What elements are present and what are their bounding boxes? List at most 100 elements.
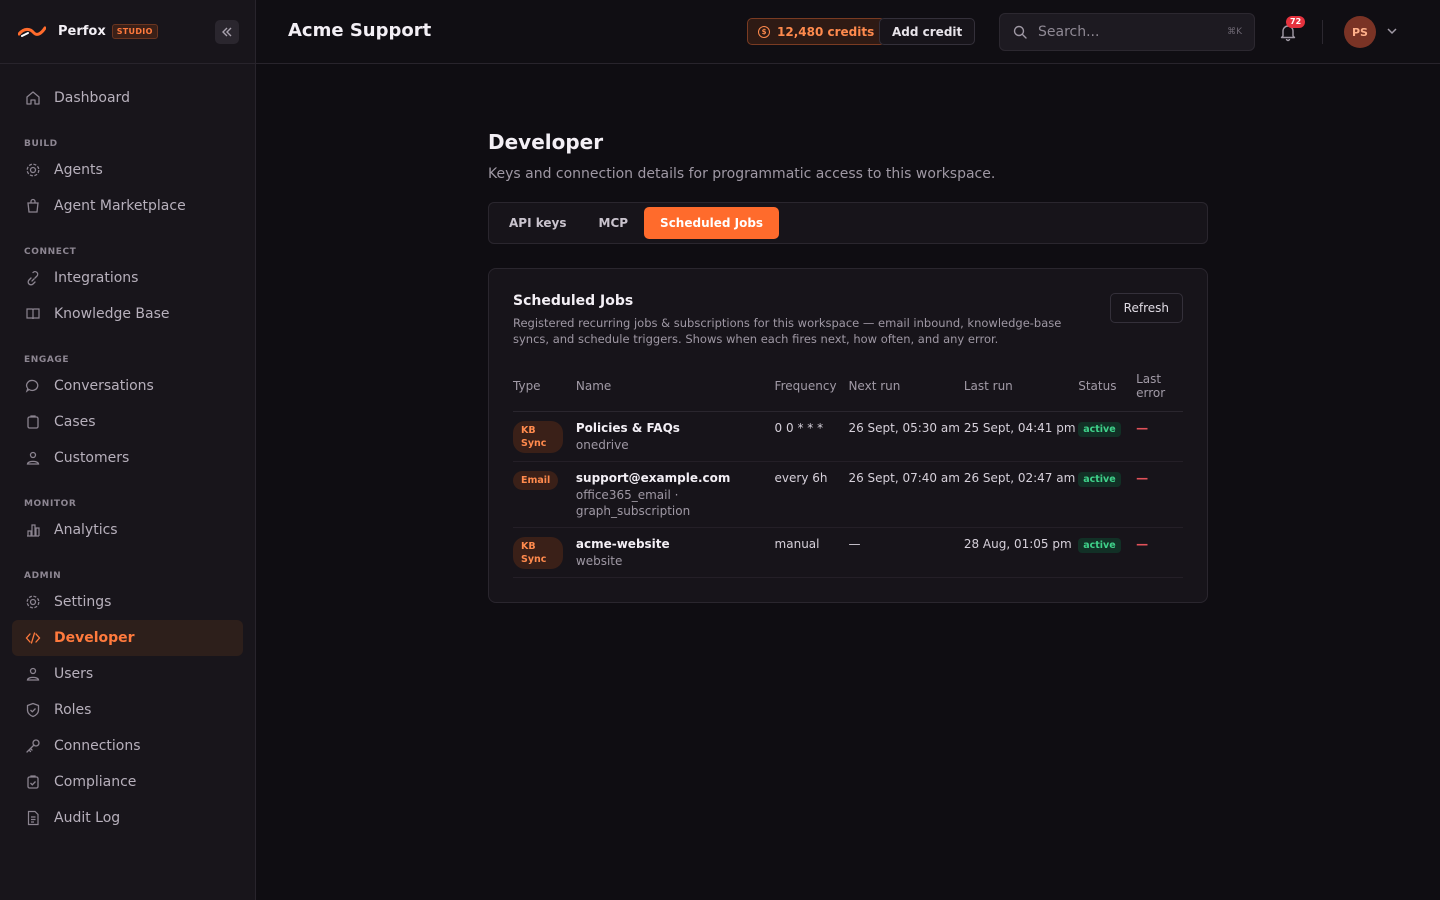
column-header: Status <box>1078 369 1137 412</box>
brand-badge: STUDIO <box>111 24 158 39</box>
sidebar-item-agents[interactable]: Agents <box>12 152 243 188</box>
sidebar-item-label: Analytics <box>54 522 118 538</box>
jobs-table: Type Name Frequency Next run Last run St… <box>513 369 1183 578</box>
users-icon <box>24 665 42 683</box>
tab-mcp[interactable]: MCP <box>583 207 645 239</box>
refresh-button[interactable]: Refresh <box>1109 293 1183 323</box>
column-header: Last run <box>963 369 1079 412</box>
sidebar: Perfox STUDIO Dashboard BUILD Agents Age… <box>0 0 256 900</box>
sidebar-item-roles[interactable]: Roles <box>12 692 243 728</box>
job-frequency: manual <box>774 536 820 551</box>
job-source: onedrive <box>575 437 629 452</box>
job-name: Policies & FAQs <box>575 420 680 435</box>
column-header: Frequency <box>774 369 849 412</box>
home-icon <box>24 89 42 107</box>
sidebar-item-label: Customers <box>54 450 130 466</box>
nav-section-monitor: MONITOR <box>24 499 77 509</box>
shield-icon <box>24 701 42 719</box>
sidebar-item-label: Agents <box>54 162 103 178</box>
search-icon <box>1012 24 1028 40</box>
page-subtitle: Keys and connection details for programm… <box>488 166 996 182</box>
sidebar-item-developer[interactable]: Developer <box>12 620 243 656</box>
collapse-sidebar-button[interactable] <box>215 20 239 44</box>
table-row[interactable]: KB Sync Policies & FAQs onedrive 0 0 * *… <box>513 411 1183 462</box>
job-source: website <box>575 553 623 568</box>
bar-chart-icon <box>24 521 42 539</box>
sidebar-item-label: Knowledge Base <box>54 306 170 322</box>
add-credit-button[interactable]: Add credit <box>879 18 976 45</box>
nav-section-admin: ADMIN <box>24 571 62 581</box>
users-icon <box>24 449 42 467</box>
sidebar-item-label: Integrations <box>54 270 139 286</box>
job-name: support@example.com <box>575 470 731 485</box>
nav-section-connect: CONNECT <box>24 247 77 257</box>
sidebar-item-label: Agent Marketplace <box>54 198 186 214</box>
sidebar-item-agent-marketplace[interactable]: Agent Marketplace <box>12 188 243 224</box>
gear-icon <box>24 161 42 179</box>
sidebar-item-analytics[interactable]: Analytics <box>12 512 243 548</box>
chevron-down-icon[interactable] <box>1386 25 1398 41</box>
column-header: Last error <box>1136 369 1183 412</box>
nav-section-build: BUILD <box>24 139 58 149</box>
column-header: Type <box>513 369 576 412</box>
job-last-error: — <box>1136 536 1149 551</box>
sidebar-item-settings[interactable]: Settings <box>12 584 243 620</box>
job-last-run: 25 Sept, 04:41 pm <box>963 420 1076 435</box>
sidebar-item-customers[interactable]: Customers <box>12 440 243 476</box>
search-input[interactable]: Search... ⌘K <box>999 13 1255 51</box>
perfox-logo-icon <box>18 26 46 37</box>
type-badge: KB Sync <box>513 420 563 453</box>
key-icon <box>24 737 42 755</box>
sidebar-item-users[interactable]: Users <box>12 656 243 692</box>
coin-icon: $ <box>758 25 770 38</box>
developer-tabs: API keys MCP Scheduled Jobs <box>488 202 1208 244</box>
sidebar-item-audit-log[interactable]: Audit Log <box>12 800 243 836</box>
job-source: office365_email · graph_subscription <box>575 487 691 518</box>
sidebar-item-label: Roles <box>54 702 92 718</box>
job-frequency: every 6h <box>774 470 828 485</box>
sidebar-item-compliance[interactable]: Compliance <box>12 764 243 800</box>
document-icon <box>24 809 42 827</box>
tab-scheduled-jobs[interactable]: Scheduled Jobs <box>644 207 780 239</box>
sidebar-item-cases[interactable]: Cases <box>12 404 243 440</box>
credits-badge[interactable]: $ 12,480 credits <box>747 18 886 45</box>
clipboard-icon <box>24 413 42 431</box>
type-badge: KB Sync <box>513 536 563 569</box>
job-last-run: 28 Aug, 01:05 pm <box>963 536 1072 551</box>
sidebar-item-knowledge-base[interactable]: Knowledge Base <box>12 296 243 332</box>
chat-icon <box>24 377 42 395</box>
sidebar-item-label: Audit Log <box>54 810 121 826</box>
clipboard-check-icon <box>24 773 42 791</box>
bag-icon <box>24 197 42 215</box>
sidebar-item-integrations[interactable]: Integrations <box>12 260 243 296</box>
table-row[interactable]: Email support@example.com office365_emai… <box>513 461 1183 528</box>
sidebar-item-label: Conversations <box>54 378 154 394</box>
sidebar-item-connections[interactable]: Connections <box>12 728 243 764</box>
brand: Perfox STUDIO <box>0 0 255 64</box>
top-header: Acme Support $ 12,480 credits Add credit… <box>256 0 1440 64</box>
sidebar-item-conversations[interactable]: Conversations <box>12 368 243 404</box>
status-badge: active <box>1078 421 1121 437</box>
book-icon <box>24 305 42 323</box>
page-title: Developer <box>488 130 604 154</box>
sidebar-item-dashboard[interactable]: Dashboard <box>12 80 243 116</box>
table-row[interactable]: KB Sync acme-website website manual — 28… <box>513 527 1183 578</box>
job-frequency: 0 0 * * * <box>774 420 824 435</box>
main-content: Developer Keys and connection details fo… <box>488 130 1208 603</box>
card-title: Scheduled Jobs <box>513 293 634 309</box>
job-next-run: — <box>848 536 861 551</box>
status-badge: active <box>1078 537 1121 553</box>
nav-section-engage: ENGAGE <box>24 355 70 365</box>
job-last-error: — <box>1136 470 1149 485</box>
column-header: Next run <box>848 369 964 412</box>
tab-api-keys[interactable]: API keys <box>493 207 583 239</box>
sidebar-item-label: Compliance <box>54 774 137 790</box>
chevrons-left-icon <box>222 27 232 37</box>
sidebar-item-label: Developer <box>54 630 135 646</box>
scheduled-jobs-card: Scheduled Jobs Registered recurring jobs… <box>488 268 1208 603</box>
card-description: Registered recurring jobs & subscription… <box>513 316 1062 346</box>
avatar[interactable]: PS <box>1344 16 1376 48</box>
job-next-run: 26 Sept, 05:30 am <box>848 420 960 435</box>
sidebar-item-label: Settings <box>54 594 112 610</box>
brand-name: Perfox <box>58 24 106 39</box>
